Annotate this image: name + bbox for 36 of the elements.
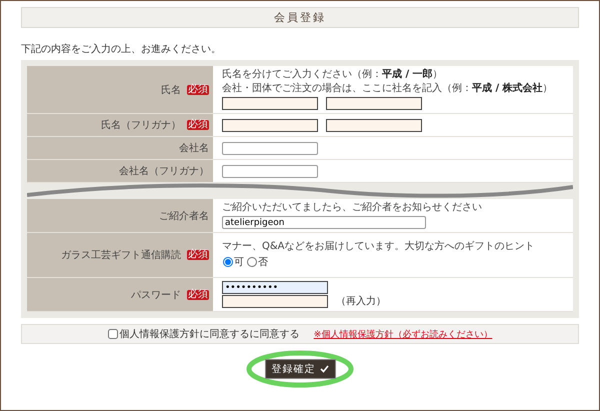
submit-button[interactable]: 登録確定 [264, 359, 336, 379]
hint-text: マナー、Q&Aなどをお届けしています。大切な方へのギフトのヒント [222, 241, 536, 253]
required-badge: 必須 [187, 120, 209, 130]
field-label: 氏名 [161, 84, 181, 96]
field-label: ご紹介者名 [159, 210, 209, 222]
hint-text: 氏名を分けてご入力ください（例：平成 / 一郎） [222, 69, 444, 81]
intro-text: 下記の内容をご入力の上、お進みください。 [21, 42, 221, 56]
field-label: 氏名（フリガナ） [101, 118, 181, 132]
text-field[interactable] [222, 97, 318, 110]
page-title: 会員登録 [21, 7, 579, 28]
privacy-policy-link[interactable]: ※個人情報保護方針（必ずお読みください） [314, 328, 492, 340]
radio-option[interactable]: 否 [246, 255, 268, 269]
field-label: 会社名 [179, 142, 209, 155]
password-field[interactable]: •••••••••• [222, 281, 328, 294]
field-label: 会社名（フリガナ） [119, 164, 209, 178]
required-badge: 必須 [187, 250, 209, 260]
text-field[interactable] [326, 118, 422, 132]
hint-text: ご紹介いただいてましたら、ご紹介者をお知らせください [222, 202, 483, 214]
radio-button[interactable] [247, 257, 257, 267]
required-badge: 必須 [187, 290, 209, 300]
text-field[interactable] [222, 142, 318, 154]
radio-option[interactable]: 可 [222, 255, 244, 269]
text-field[interactable]: atelierpigeon [222, 216, 426, 229]
text-field[interactable] [222, 164, 318, 178]
check-icon [320, 365, 328, 373]
hint-text: 会社・団体でご注文の場合は、ここに社名を記入（例：平成 / 株式会社） [222, 83, 554, 95]
field-label: ガラス工芸ギフト通信購読 [61, 248, 181, 262]
reenter-note: （再入力） [336, 294, 386, 308]
text-field[interactable] [326, 97, 422, 110]
agreement-checkbox[interactable] [108, 329, 118, 339]
agreement-checkbox-label[interactable]: 個人情報保護方針に同意するに同意する [108, 327, 300, 341]
required-badge: 必須 [187, 84, 209, 94]
password-field[interactable] [222, 295, 328, 308]
radio-button[interactable] [223, 257, 233, 267]
field-label: パスワード [131, 288, 181, 302]
text-field[interactable] [222, 118, 318, 132]
